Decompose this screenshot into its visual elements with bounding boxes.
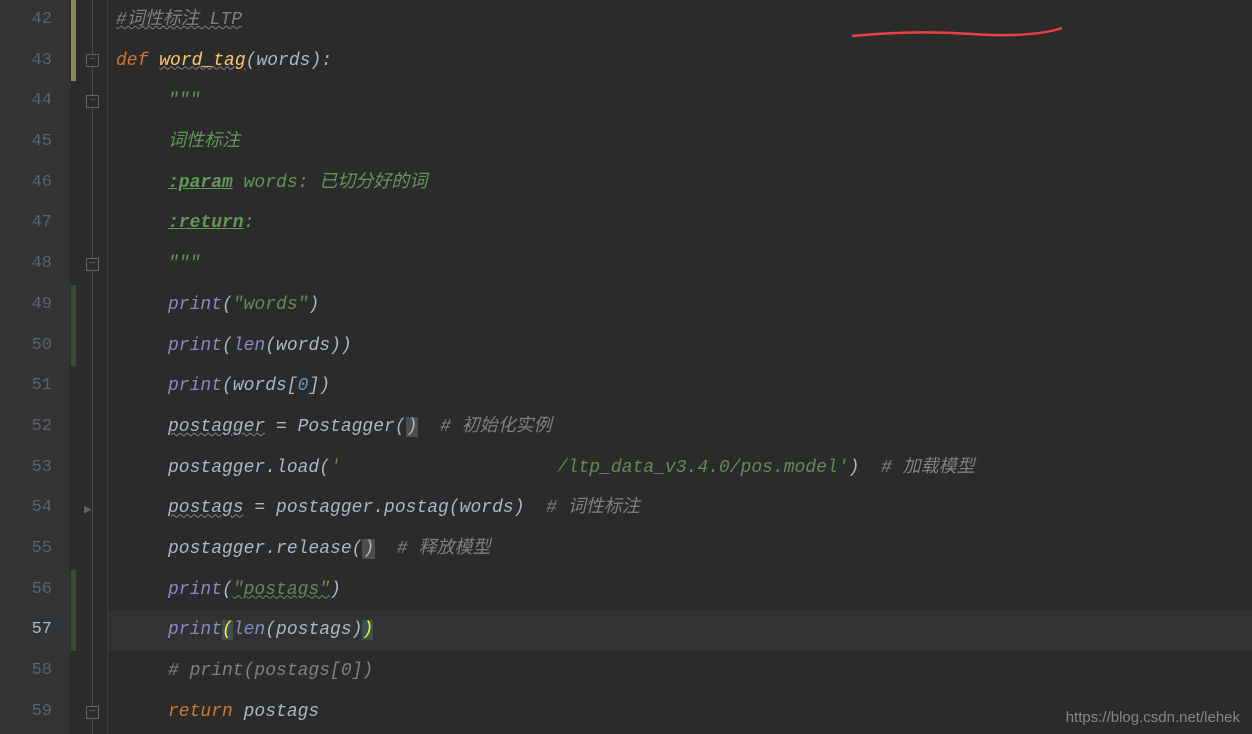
params: (words): [246, 51, 332, 71]
code-line[interactable]: print(len(words)) [108, 326, 1252, 367]
docstring: 词性标注 [168, 132, 240, 152]
line-number: 57 [0, 610, 52, 651]
line-number: 51 [0, 366, 52, 407]
matched-paren: ( [222, 620, 233, 640]
matched-paren: ) [362, 620, 373, 640]
code-area[interactable]: #词性标注 LTP def word_tag(words): """ 词性标注 … [108, 0, 1252, 734]
code-line[interactable]: postags = postagger.postag(words) # 词性标注 [108, 488, 1252, 529]
function-name: word_tag [159, 51, 245, 71]
line-number: 43 [0, 41, 52, 82]
line-number: 54 [0, 488, 52, 529]
run-line-icon[interactable]: ▶ [84, 502, 92, 517]
line-number: 47 [0, 203, 52, 244]
change-marker-column [70, 0, 78, 734]
watermark: https://blog.csdn.net/lehek [1066, 709, 1240, 726]
code-line[interactable]: :return: [108, 203, 1252, 244]
fold-toggle-icon[interactable]: − [86, 54, 99, 67]
line-number-gutter: 42 43 44 45 46 47 48 49 50 51 52 53 54 5… [0, 0, 70, 734]
code-line[interactable]: print("words") [108, 285, 1252, 326]
red-annotation [852, 28, 1072, 46]
line-number: 46 [0, 163, 52, 204]
code-line[interactable]: 词性标注 [108, 122, 1252, 163]
fold-toggle-icon[interactable]: − [86, 706, 99, 719]
line-number: 48 [0, 244, 52, 285]
code-line[interactable]: :param words: 已切分好的词 [108, 163, 1252, 204]
line-number: 53 [0, 448, 52, 489]
line-number: 56 [0, 570, 52, 611]
fold-toggle-icon[interactable]: − [86, 258, 99, 271]
line-number: 42 [0, 0, 52, 41]
obscured-path: ████████████████████ [341, 448, 557, 489]
code-line[interactable]: def word_tag(words): [108, 41, 1252, 82]
builtin-call: print [168, 295, 222, 315]
keyword: def [116, 51, 159, 71]
code-editor[interactable]: 42 43 44 45 46 47 48 49 50 51 52 53 54 5… [0, 0, 1252, 734]
change-marker [71, 285, 76, 366]
fold-guide [92, 0, 93, 734]
change-marker [71, 570, 76, 651]
docstring: """ [168, 254, 200, 274]
code-line[interactable]: print(words[0]) [108, 366, 1252, 407]
code-line[interactable]: #词性标注 LTP [108, 0, 1252, 41]
line-number: 59 [0, 692, 52, 733]
line-number: 49 [0, 285, 52, 326]
line-number: 55 [0, 529, 52, 570]
doc-text: words: 已切分好的词 [233, 173, 427, 193]
docstring: """ [168, 91, 200, 111]
comment: #词性标注 LTP [116, 10, 242, 30]
line-number: 44 [0, 81, 52, 122]
line-number: 58 [0, 651, 52, 692]
line-number: 52 [0, 407, 52, 448]
code-line[interactable]: """ [108, 244, 1252, 285]
code-line[interactable]: print("postags") [108, 570, 1252, 611]
code-line[interactable]: # print(postags[0]) [108, 651, 1252, 692]
code-line-current[interactable]: print(len(postags)) [108, 610, 1252, 651]
change-marker [71, 0, 76, 81]
code-line[interactable]: postagger.load('████████████████████/ltp… [108, 448, 1252, 489]
doc-tag: :return [168, 213, 244, 233]
doc-tag: :param [168, 173, 233, 193]
code-line[interactable]: postagger = Postagger() # 初始化实例 [108, 407, 1252, 448]
code-line[interactable]: postagger.release() # 释放模型 [108, 529, 1252, 570]
fold-column: − − − ▶ − [78, 0, 108, 734]
line-number: 45 [0, 122, 52, 163]
doc-text: : [244, 213, 255, 233]
line-number: 50 [0, 326, 52, 367]
fold-toggle-icon[interactable]: − [86, 95, 99, 108]
code-line[interactable]: """ [108, 81, 1252, 122]
